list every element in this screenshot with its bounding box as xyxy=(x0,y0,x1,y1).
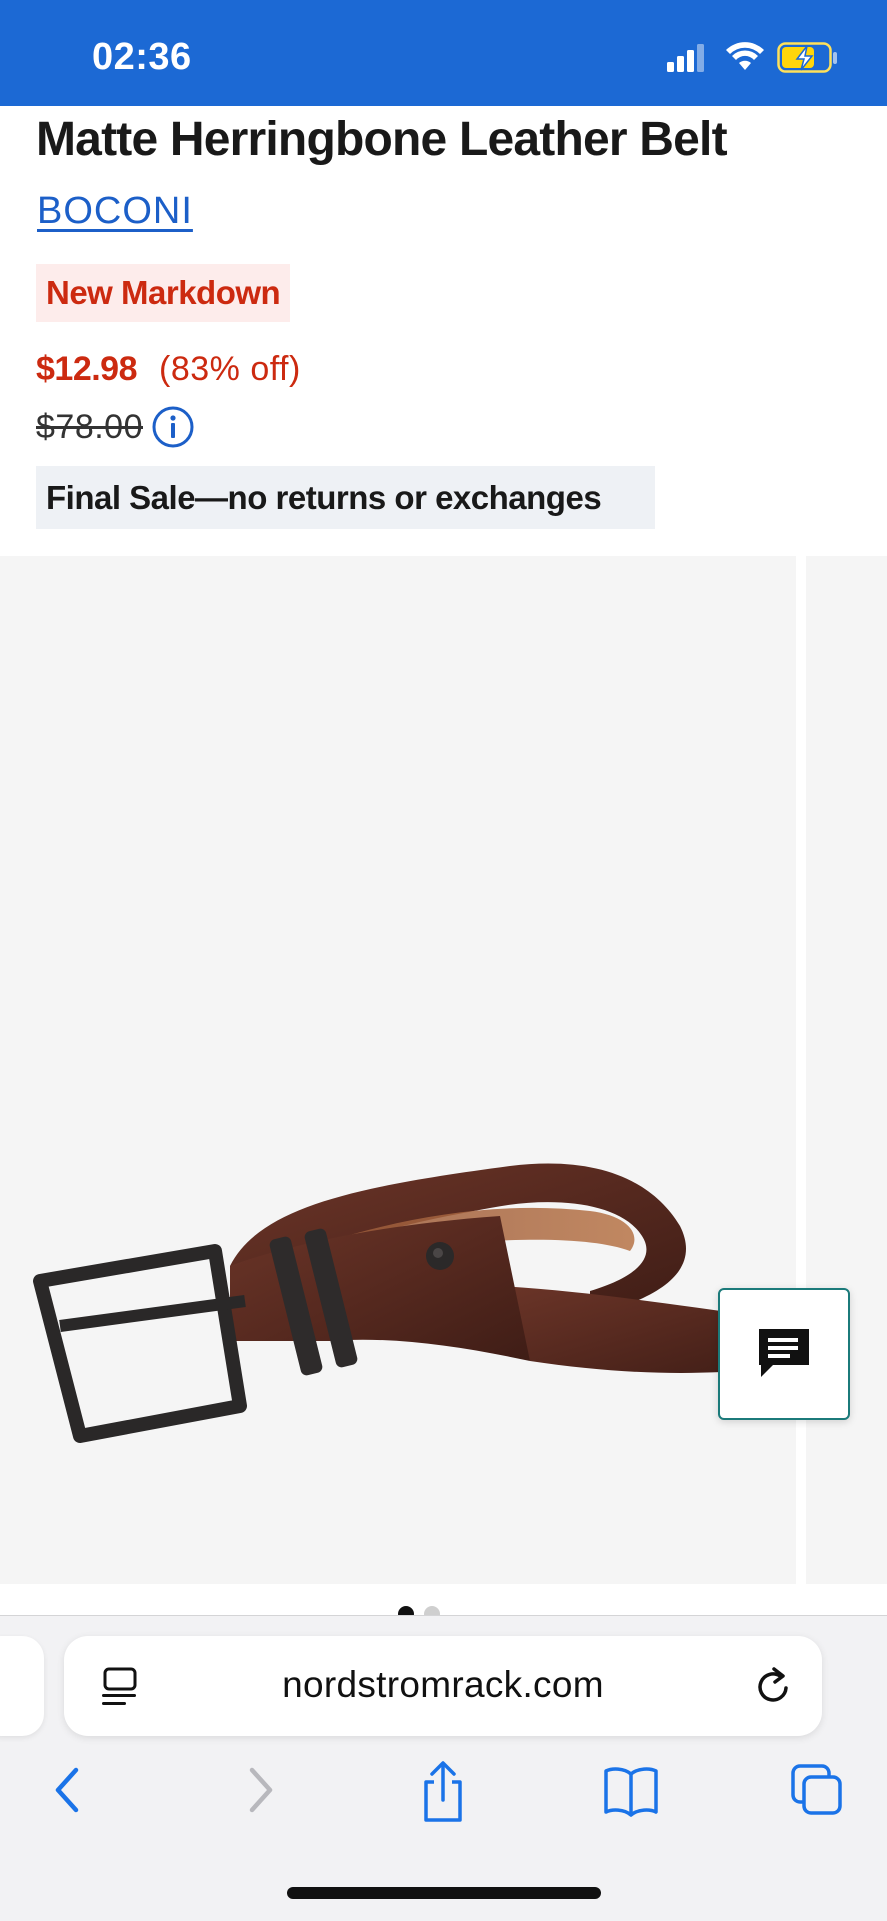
final-sale-notice: Final Sale—no returns or exchanges xyxy=(36,466,655,529)
discount-percent: (83% off) xyxy=(159,350,301,388)
product-image[interactable] xyxy=(0,556,796,1584)
bookmarks-icon[interactable] xyxy=(602,1760,660,1820)
chat-icon xyxy=(759,1329,809,1377)
browser-toolbar xyxy=(0,1760,887,1830)
sale-price: $12.98 xyxy=(36,350,138,388)
chat-button[interactable] xyxy=(718,1288,850,1420)
brand-link[interactable]: BOCONI xyxy=(37,190,193,233)
next-product-image[interactable] xyxy=(806,556,887,1584)
previous-tab-preview[interactable] xyxy=(0,1636,44,1736)
status-bar: 02:36 xyxy=(0,0,887,106)
markdown-badge: New Markdown xyxy=(36,264,291,322)
forward-icon[interactable] xyxy=(240,1760,280,1820)
address-bar[interactable]: nordstromrack.com xyxy=(64,1636,822,1736)
reload-icon[interactable] xyxy=(754,1666,794,1708)
home-indicator xyxy=(287,1887,601,1899)
info-icon[interactable] xyxy=(151,405,195,449)
back-icon[interactable] xyxy=(48,1760,88,1820)
belt-image xyxy=(33,1163,795,1443)
signal-icon xyxy=(667,44,704,72)
product-image-carousel[interactable] xyxy=(0,556,887,1584)
original-price: $78.00 xyxy=(36,407,143,446)
wifi-icon xyxy=(726,42,764,70)
url-text[interactable]: nordstromrack.com xyxy=(64,1664,822,1706)
battery-charging-icon xyxy=(777,42,837,73)
share-icon[interactable] xyxy=(418,1760,468,1824)
tabs-icon[interactable] xyxy=(790,1760,846,1820)
price-row: $12.98 (83% off) xyxy=(36,350,301,389)
original-price-row: $78.00 xyxy=(36,405,195,449)
status-time: 02:36 xyxy=(92,36,192,78)
product-title: Matte Herringbone Leather Belt xyxy=(36,113,728,166)
